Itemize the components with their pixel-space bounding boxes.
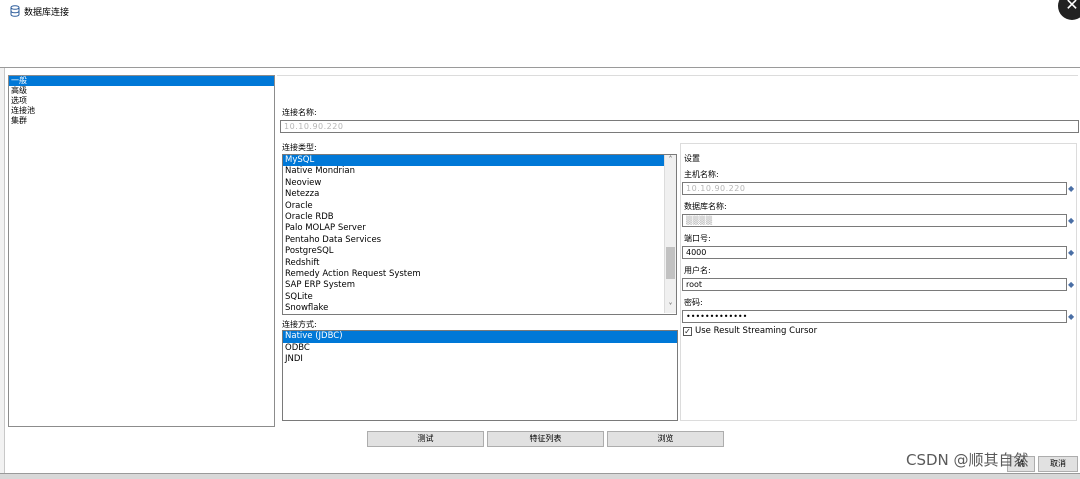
connection-type-list[interactable]: MySQL Native Mondrian Neoview Netezza Or… bbox=[282, 154, 677, 315]
nav-item-clustering[interactable]: 集群 bbox=[9, 116, 274, 126]
database-icon bbox=[10, 5, 20, 17]
connection-type-item[interactable]: Neoview bbox=[283, 178, 676, 189]
explore-button[interactable]: 浏览 bbox=[607, 431, 724, 447]
streaming-checkbox[interactable]: ✓ bbox=[683, 327, 692, 336]
variable-icon[interactable]: ◆ bbox=[1068, 312, 1076, 321]
scroll-down-icon[interactable]: ˅ bbox=[665, 302, 676, 312]
variable-icon[interactable]: ◆ bbox=[1068, 280, 1076, 289]
host-input[interactable]: 10.10.90.220 bbox=[682, 182, 1067, 195]
access-method-item[interactable]: Native (JDBC) bbox=[283, 331, 677, 343]
connection-type-scrollbar[interactable]: ˄ ˅ bbox=[664, 155, 676, 313]
variable-icon[interactable]: ◆ bbox=[1068, 248, 1076, 257]
variable-icon[interactable]: ◆ bbox=[1068, 216, 1076, 225]
nav-item-general[interactable]: 一般 bbox=[9, 76, 274, 86]
cancel-button[interactable]: 取消 bbox=[1038, 456, 1078, 472]
variable-icon[interactable]: ◆ bbox=[1068, 184, 1076, 193]
status-strip bbox=[0, 473, 1080, 479]
password-label: 密码: bbox=[684, 298, 703, 307]
scroll-up-icon[interactable]: ˄ bbox=[665, 155, 676, 165]
feature-list-button[interactable]: 特征列表 bbox=[487, 431, 604, 447]
connection-type-item[interactable]: Remedy Action Request System bbox=[283, 269, 676, 280]
username-label: 用户名: bbox=[684, 266, 711, 275]
connection-type-item[interactable]: SQLite bbox=[283, 292, 676, 303]
connection-name-value: 10.10.90.220 bbox=[284, 122, 344, 131]
access-method-label: 连接方式: bbox=[282, 320, 317, 329]
database-name-input[interactable]: ▒▒▒▒ bbox=[682, 214, 1067, 227]
database-name-label: 数据库名称: bbox=[684, 202, 727, 211]
window-title: 数据库连接 bbox=[24, 8, 70, 18]
nav-item-advanced[interactable]: 高级 bbox=[9, 86, 274, 96]
password-value: ••••••••••••• bbox=[686, 312, 748, 321]
connection-type-item[interactable]: MySQL bbox=[283, 155, 676, 167]
host-label: 主机名称: bbox=[684, 170, 719, 179]
connection-type-item[interactable]: Oracle bbox=[283, 201, 676, 212]
watermark: CSDN @顺其自然 bbox=[906, 451, 1029, 469]
window-left-edge bbox=[0, 0, 5, 479]
connection-type-item[interactable]: PostgreSQL bbox=[283, 246, 676, 257]
connection-type-item[interactable]: Netezza bbox=[283, 189, 676, 200]
nav-item-pooling[interactable]: 连接池 bbox=[9, 106, 274, 116]
test-button[interactable]: 测试 bbox=[367, 431, 484, 447]
nav-item-options[interactable]: 选项 bbox=[9, 96, 274, 106]
access-method-list[interactable]: Native (JDBC) ODBC JNDI bbox=[282, 330, 678, 421]
access-method-item[interactable]: ODBC bbox=[283, 343, 677, 355]
connection-type-item[interactable]: Oracle RDB bbox=[283, 212, 676, 223]
title-bar bbox=[0, 0, 1080, 68]
connection-type-item[interactable]: Palo MOLAP Server bbox=[283, 223, 676, 234]
streaming-checkbox-label[interactable]: Use Result Streaming Cursor bbox=[695, 326, 817, 336]
connection-type-item[interactable]: SAP ERP System bbox=[283, 280, 676, 291]
host-value: 10.10.90.220 bbox=[686, 184, 746, 193]
port-label: 端口号: bbox=[684, 234, 711, 243]
connection-type-item[interactable]: Snowflake bbox=[283, 303, 676, 314]
username-input[interactable]: root bbox=[682, 278, 1067, 291]
port-input[interactable]: 4000 bbox=[682, 246, 1067, 259]
connection-name-label: 连接名称: bbox=[282, 108, 317, 117]
nav-list: 一般 高级 选项 连接池 集群 bbox=[8, 75, 275, 427]
password-input[interactable]: ••••••••••••• bbox=[682, 310, 1067, 323]
connection-type-item[interactable]: Native Mondrian bbox=[283, 166, 676, 177]
settings-title: 设置 bbox=[684, 154, 700, 163]
port-value: 4000 bbox=[686, 248, 707, 257]
scrollbar-thumb[interactable] bbox=[666, 247, 675, 279]
connection-type-label: 连接类型: bbox=[282, 143, 317, 152]
connection-type-item[interactable]: Pentaho Data Services bbox=[283, 235, 676, 246]
username-value: root bbox=[686, 280, 703, 289]
connection-name-input[interactable]: 10.10.90.220 bbox=[280, 120, 1079, 133]
database-name-value: ▒▒▒▒ bbox=[686, 216, 713, 225]
access-method-item[interactable]: JNDI bbox=[283, 354, 677, 366]
connection-type-item[interactable]: Redshift bbox=[283, 258, 676, 269]
